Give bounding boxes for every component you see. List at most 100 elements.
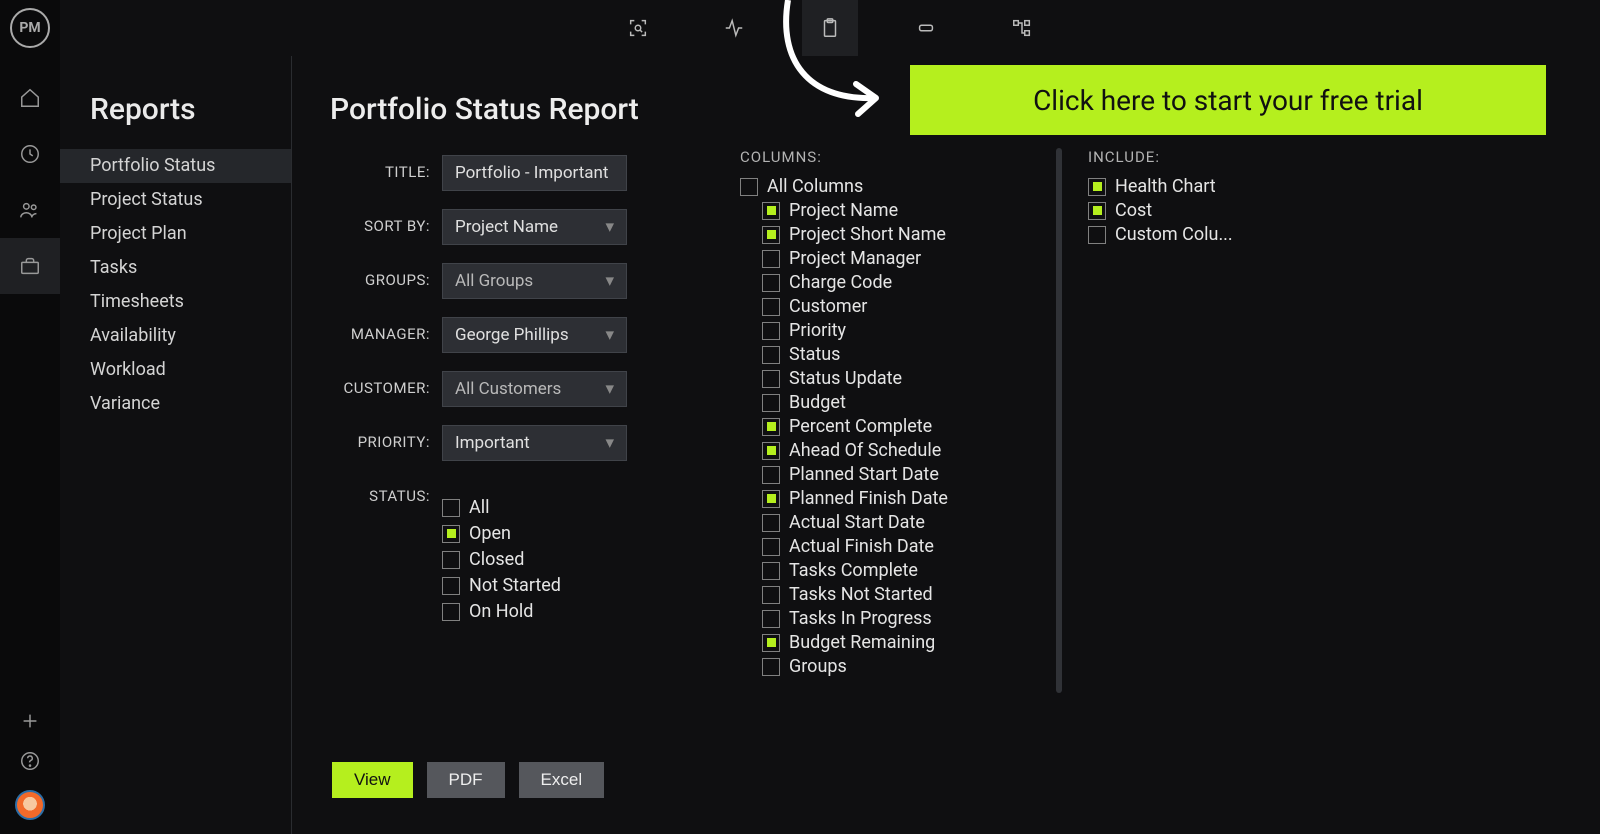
column-option-budget[interactable]: Budget (762, 392, 1060, 413)
nav-add[interactable] (0, 710, 60, 732)
checkbox[interactable] (762, 586, 780, 604)
checkbox-label: Percent Complete (789, 416, 932, 437)
sidebar-item-project-plan[interactable]: Project Plan (60, 217, 291, 251)
nav-people[interactable] (0, 182, 60, 238)
checkbox[interactable] (762, 346, 780, 364)
checkbox[interactable] (1088, 226, 1106, 244)
view-button[interactable]: View (332, 762, 413, 798)
cta-banner[interactable]: Click here to start your free trial (910, 65, 1546, 135)
status-option-all[interactable]: All (442, 497, 639, 518)
checkbox[interactable] (442, 525, 460, 543)
nav-help[interactable] (0, 750, 60, 772)
sidebar-item-availability[interactable]: Availability (60, 319, 291, 353)
nav-reports[interactable] (0, 238, 60, 294)
column-option-project-manager[interactable]: Project Manager (762, 248, 1060, 269)
column-option-tasks-in-progress[interactable]: Tasks In Progress (762, 608, 1060, 629)
include-option-custom-colu-[interactable]: Custom Colu... (1088, 224, 1348, 245)
column-option-priority[interactable]: Priority (762, 320, 1060, 341)
column-option-ahead-of-schedule[interactable]: Ahead Of Schedule (762, 440, 1060, 461)
checkbox-label: Actual Start Date (789, 512, 925, 533)
checkbox[interactable] (762, 226, 780, 244)
sidebar-item-variance[interactable]: Variance (60, 387, 291, 421)
tab-activity[interactable] (706, 0, 762, 56)
column-option-project-short-name[interactable]: Project Short Name (762, 224, 1060, 245)
column-option-project-name[interactable]: Project Name (762, 200, 1060, 221)
checkbox[interactable] (1088, 202, 1106, 220)
checkbox-label: Groups (789, 656, 847, 677)
column-option-planned-start-date[interactable]: Planned Start Date (762, 464, 1060, 485)
checkbox[interactable] (442, 499, 460, 517)
status-option-on-hold[interactable]: On Hold (442, 601, 639, 622)
column-option-percent-complete[interactable]: Percent Complete (762, 416, 1060, 437)
checkbox[interactable] (762, 610, 780, 628)
checkbox[interactable] (762, 538, 780, 556)
manager-select[interactable]: George Phillips▾ (442, 317, 627, 353)
report-config: Portfolio Status Report TITLE: Portfolio… (292, 56, 639, 834)
label-groups: GROUPS: (330, 263, 430, 289)
tab-tag[interactable] (898, 0, 954, 56)
sidebar-item-workload[interactable]: Workload (60, 353, 291, 387)
sidebar-item-project-status[interactable]: Project Status (60, 183, 291, 217)
checkbox[interactable] (762, 466, 780, 484)
column-option-planned-finish-date[interactable]: Planned Finish Date (762, 488, 1060, 509)
column-option-customer[interactable]: Customer (762, 296, 1060, 317)
column-option-groups[interactable]: Groups (762, 656, 1060, 677)
include-option-health-chart[interactable]: Health Chart (1088, 176, 1348, 197)
tab-tree[interactable] (994, 0, 1050, 56)
label-manager: MANAGER: (330, 317, 430, 343)
column-option-tasks-not-started[interactable]: Tasks Not Started (762, 584, 1060, 605)
checkbox[interactable] (442, 577, 460, 595)
status-option-open[interactable]: Open (442, 523, 639, 544)
checkbox[interactable] (762, 634, 780, 652)
pdf-button[interactable]: PDF (427, 762, 505, 798)
checkbox[interactable] (1088, 178, 1106, 196)
checkbox[interactable] (762, 370, 780, 388)
tab-clipboard[interactable] (802, 0, 858, 56)
checkbox[interactable] (762, 250, 780, 268)
user-avatar[interactable] (15, 790, 45, 820)
checkbox[interactable] (762, 514, 780, 532)
checkbox[interactable] (762, 298, 780, 316)
reports-sidebar: Reports Portfolio StatusProject StatusPr… (60, 56, 292, 834)
column-option-status-update[interactable]: Status Update (762, 368, 1060, 389)
checkbox-label: Not Started (469, 575, 561, 596)
checkbox[interactable] (762, 202, 780, 220)
groups-select[interactable]: All Groups▾ (442, 263, 627, 299)
checkbox[interactable] (762, 418, 780, 436)
priority-select[interactable]: Important▾ (442, 425, 627, 461)
excel-button[interactable]: Excel (519, 762, 605, 798)
status-option-closed[interactable]: Closed (442, 549, 639, 570)
checkbox[interactable] (442, 603, 460, 621)
tab-search[interactable] (610, 0, 666, 56)
app-logo[interactable]: PM (10, 8, 50, 48)
column-option-status[interactable]: Status (762, 344, 1060, 365)
checkbox-label: Budget (789, 392, 846, 413)
column-option-actual-start-date[interactable]: Actual Start Date (762, 512, 1060, 533)
checkbox[interactable] (762, 274, 780, 292)
topbar (60, 0, 1600, 56)
sidebar-item-tasks[interactable]: Tasks (60, 251, 291, 285)
checkbox[interactable] (762, 322, 780, 340)
column-option-tasks-complete[interactable]: Tasks Complete (762, 560, 1060, 581)
column-option-actual-finish-date[interactable]: Actual Finish Date (762, 536, 1060, 557)
include-option-cost[interactable]: Cost (1088, 200, 1348, 221)
sidebar-item-timesheets[interactable]: Timesheets (60, 285, 291, 319)
checkbox[interactable] (762, 394, 780, 412)
title-input[interactable]: Portfolio - Important (442, 155, 627, 191)
sidebar-item-portfolio-status[interactable]: Portfolio Status (60, 149, 291, 183)
checkbox-label: Planned Finish Date (789, 488, 948, 509)
checkbox[interactable] (762, 562, 780, 580)
nav-time[interactable] (0, 126, 60, 182)
column-option-charge-code[interactable]: Charge Code (762, 272, 1060, 293)
checkbox-all-columns[interactable]: All Columns (740, 176, 1060, 197)
status-option-not-started[interactable]: Not Started (442, 575, 639, 596)
checkbox[interactable] (762, 658, 780, 676)
checkbox[interactable] (762, 490, 780, 508)
report-heading: Portfolio Status Report (330, 92, 639, 127)
customer-select[interactable]: All Customers▾ (442, 371, 627, 407)
sort-select[interactable]: Project Name▾ (442, 209, 627, 245)
nav-home[interactable] (0, 70, 60, 126)
column-option-budget-remaining[interactable]: Budget Remaining (762, 632, 1060, 653)
checkbox[interactable] (762, 442, 780, 460)
checkbox[interactable] (442, 551, 460, 569)
